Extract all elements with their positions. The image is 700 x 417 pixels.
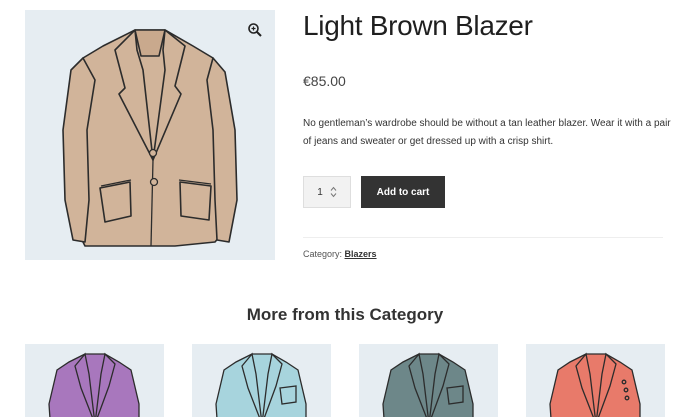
product-meta: Category: Blazers <box>303 249 377 259</box>
product-price: €85.00 <box>303 73 346 89</box>
blazer-image <box>382 352 474 417</box>
blazer-image <box>48 352 140 417</box>
blazer-image <box>549 352 641 417</box>
related-product-2[interactable] <box>192 344 331 417</box>
quantity-spinner[interactable] <box>330 186 337 198</box>
category-label: Category: <box>303 249 343 259</box>
divider <box>303 237 663 238</box>
product-page: Light Brown Blazer €85.00 No gentleman’s… <box>0 0 700 417</box>
stepper-arrows-icon[interactable] <box>330 186 337 198</box>
add-to-cart-button[interactable]: Add to cart <box>361 176 445 208</box>
quantity-input[interactable]: 1 <box>317 187 323 198</box>
product-image[interactable] <box>25 10 275 260</box>
related-product-1[interactable] <box>25 344 164 417</box>
product-description: No gentleman’s wardrobe should be withou… <box>303 118 671 147</box>
blazer-image <box>215 352 307 417</box>
related-product-3[interactable] <box>359 344 498 417</box>
related-product-4[interactable] <box>526 344 665 417</box>
blazer-image <box>62 29 238 247</box>
related-heading: More from this Category <box>246 305 444 324</box>
category-link[interactable]: Blazers <box>345 249 377 259</box>
product-title: Light Brown Blazer <box>303 10 533 41</box>
zoom-in-icon[interactable] <box>247 22 263 38</box>
quantity-stepper[interactable]: 1 <box>303 176 351 208</box>
